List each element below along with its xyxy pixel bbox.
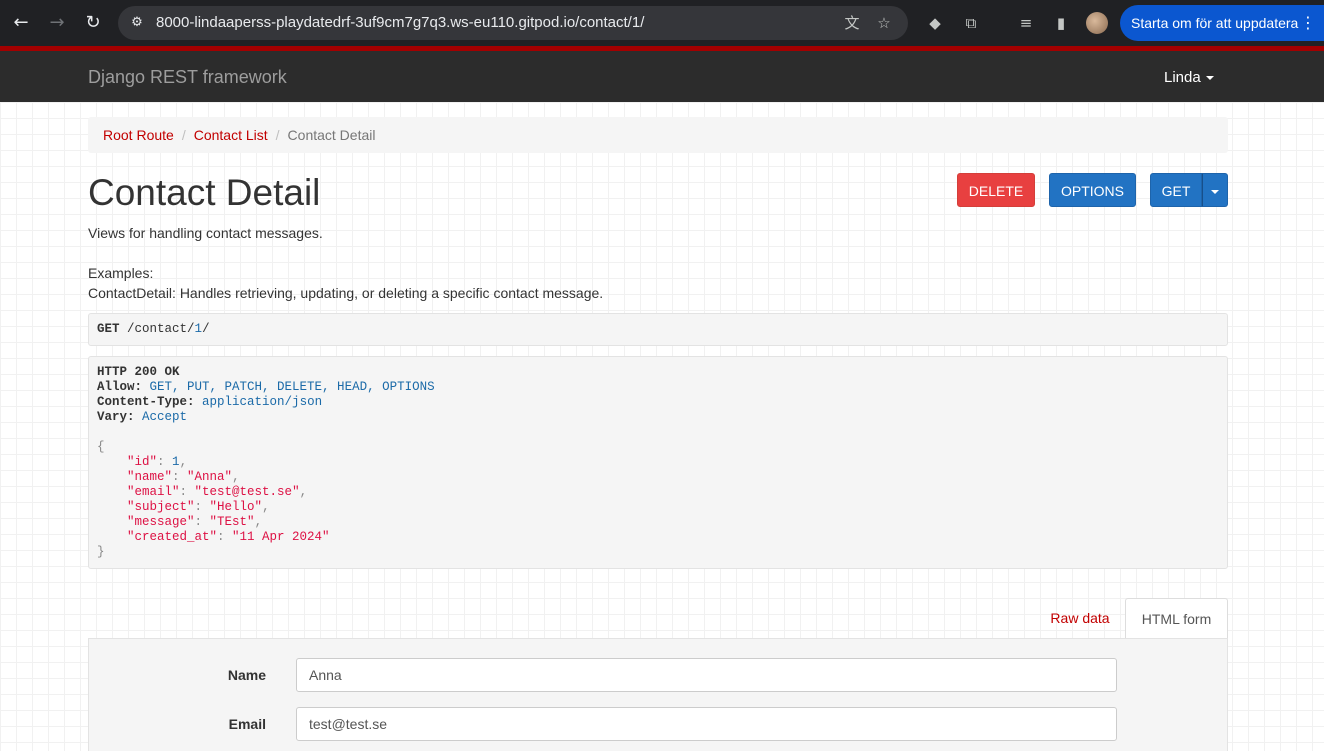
forward-icon[interactable]: →	[44, 10, 70, 36]
request-path-id: 1	[194, 322, 203, 336]
request-method: GET	[97, 322, 120, 336]
reload-icon[interactable]: ↻	[80, 10, 106, 36]
extension-shield-icon[interactable]: ◆	[924, 12, 946, 34]
translate-icon[interactable]: 文	[842, 13, 862, 33]
json-value: "TEst"	[209, 515, 255, 529]
browser-toolbar: ← → ↻ ⚙ 8000-lindaaperss-playdatedrf-3uf…	[0, 0, 1324, 46]
name-label: Name	[227, 667, 266, 683]
user-name: Linda	[1164, 69, 1201, 86]
json-key: "email"	[127, 485, 180, 499]
json-value: "Hello"	[209, 500, 263, 514]
navbar-brand[interactable]: Django REST framework	[88, 67, 287, 88]
response-info: HTTP 200 OK Allow: GET, PUT, PATCH, DELE…	[88, 356, 1228, 569]
json-value: "test@test.se"	[194, 485, 300, 499]
breadcrumb-root-route[interactable]: Root Route	[103, 127, 174, 143]
json-key: "id"	[127, 455, 158, 469]
back-icon[interactable]: ←	[8, 10, 34, 36]
breadcrumb-contact-list[interactable]: Contact List	[194, 127, 268, 143]
email-field[interactable]: test@test.se	[296, 707, 1117, 741]
json-key: "name"	[127, 470, 173, 484]
json-value: "Anna"	[187, 470, 233, 484]
request-path-prefix: /contact/	[127, 322, 195, 336]
media-control-icon[interactable]: ≡	[1015, 12, 1037, 34]
examples-text: ContactDetail: Handles retrieving, updat…	[88, 285, 604, 301]
breadcrumb-active: Contact Detail	[287, 127, 376, 143]
name-field[interactable]: Anna	[296, 658, 1117, 692]
request-info: GET /contact/1/	[88, 313, 1228, 346]
page-title: Contact Detail	[88, 172, 321, 213]
header-value: application/json	[202, 395, 323, 409]
json-value: 1	[172, 455, 180, 469]
extensions-puzzle-icon[interactable]: ⧉	[960, 12, 982, 34]
email-label: Email	[228, 716, 266, 732]
tab-raw-data[interactable]: Raw data	[1037, 598, 1123, 639]
breadcrumb: Root Route / Contact List / Contact Detail	[88, 117, 1228, 153]
more-menu-icon[interactable]: ⋮	[1300, 5, 1316, 41]
response-status: HTTP 200 OK	[97, 365, 180, 379]
get-format-dropdown[interactable]	[1202, 173, 1228, 207]
header-value: GET, PUT, PATCH, DELETE, HEAD, OPTIONS	[149, 380, 435, 394]
profile-avatar[interactable]	[1086, 12, 1108, 34]
json-key: "subject"	[127, 500, 195, 514]
breadcrumb-separator: /	[275, 127, 280, 143]
header-name: Allow:	[97, 380, 143, 394]
json-key: "created_at"	[127, 530, 218, 544]
request-path-suffix: /	[202, 322, 210, 336]
address-bar[interactable]: ⚙ 8000-lindaaperss-playdatedrf-3uf9cm7g7…	[118, 6, 908, 40]
site-settings-icon[interactable]: ⚙	[128, 14, 146, 32]
chevron-down-icon	[1211, 190, 1219, 195]
options-button[interactable]: OPTIONS	[1049, 173, 1136, 207]
user-menu[interactable]: Linda	[1164, 69, 1214, 86]
json-close-brace: }	[97, 545, 105, 559]
update-button-label: Starta om för att uppdatera	[1131, 15, 1299, 31]
json-open-brace: {	[97, 440, 105, 454]
view-description: Views for handling contact messages.	[88, 225, 323, 241]
examples-label: Examples:	[88, 265, 154, 281]
chevron-down-icon	[1205, 76, 1214, 81]
header-value: Accept	[142, 410, 188, 424]
update-button[interactable]: Starta om för att uppdatera ⋮	[1120, 5, 1324, 41]
json-value: "11 Apr 2024"	[232, 530, 330, 544]
side-panel-icon[interactable]: ▮	[1050, 12, 1072, 34]
json-key: "message"	[127, 515, 195, 529]
bookmark-star-icon[interactable]: ☆	[874, 13, 894, 33]
header-name: Vary:	[97, 410, 135, 424]
tab-html-form[interactable]: HTML form	[1125, 598, 1228, 639]
delete-button[interactable]: DELETE	[957, 173, 1035, 207]
url-text[interactable]: 8000-lindaaperss-playdatedrf-3uf9cm7g7q3…	[156, 14, 644, 31]
breadcrumb-separator: /	[181, 127, 186, 143]
header-name: Content-Type:	[97, 395, 195, 409]
get-button[interactable]: GET	[1150, 173, 1202, 207]
navbar: Django REST framework Linda	[0, 51, 1324, 102]
